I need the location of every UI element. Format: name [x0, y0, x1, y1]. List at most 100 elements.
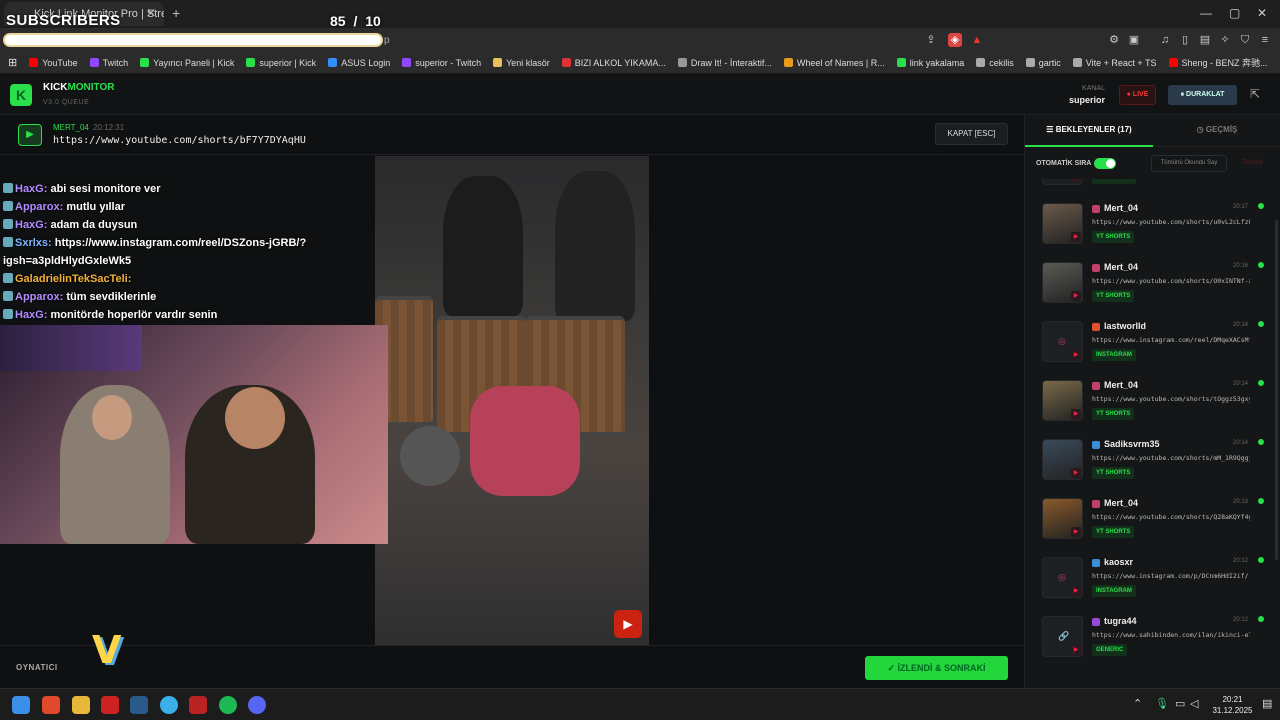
extensions-icon[interactable]: ⚙ [1107, 33, 1121, 47]
taskbar: ⌃ 🎙 ▭ ◁ 20:21 31.12.2025 ▤ [0, 688, 1280, 720]
vpn-icon[interactable]: ⛉ [1238, 33, 1252, 47]
file-explorer-icon[interactable] [72, 696, 90, 714]
app-icon[interactable] [189, 696, 207, 714]
bookmark-item[interactable]: Wheel of Names | R... [783, 58, 885, 68]
online-dot-icon [1258, 557, 1264, 563]
export-icon[interactable]: ⇱ [1250, 87, 1260, 101]
chat-message: igsh=a3pldHlydGxleWk5 [3, 252, 373, 270]
tray-chevron-icon[interactable]: ⌃ [1133, 697, 1142, 710]
chat-badge-icon [3, 309, 13, 319]
atlas-stone [400, 426, 460, 486]
clear-button[interactable]: Temizle [1232, 155, 1274, 172]
queue-item[interactable]: ◎▶https://www.instagram.com/reels/DSUJQJ… [1025, 179, 1271, 194]
bookmark-item[interactable]: YouTube [29, 58, 78, 68]
online-dot-icon [1258, 439, 1264, 445]
minimize-icon[interactable]: — [1200, 6, 1212, 20]
online-dot-icon [1258, 203, 1264, 209]
bookmark-item[interactable]: Sheng - BENZ 奔驰... [1168, 56, 1268, 69]
mark-all-read-button[interactable]: Tümünü Okundu Say [1151, 155, 1227, 172]
apps-grid-icon[interactable]: ⊞ [8, 56, 17, 69]
bookmark-item[interactable]: Twitch [89, 58, 128, 68]
queue-url: https://www.instagram.com/p/DCnm6HdI2if/ [1092, 572, 1249, 580]
queue-item[interactable]: ▶ Mert_04 20:13 https://www.youtube.com/sho… [1025, 489, 1271, 548]
pause-button[interactable]: ⏸ DURAKLAT [1168, 85, 1237, 105]
bookmark-item[interactable]: superior | Kick [246, 58, 316, 68]
version-label: V3.0 QUEUE [43, 99, 90, 106]
brand-name: KICKMONITOR [43, 82, 115, 93]
queue-scrollbar[interactable] [1275, 220, 1278, 560]
bookmark-icon [402, 58, 412, 67]
share-icon[interactable]: ⇪ [924, 33, 938, 47]
app-icon[interactable] [101, 696, 119, 714]
bookmark-item[interactable]: gartic [1025, 58, 1061, 68]
bookmark-item[interactable]: BIZI ALKOL YIKAMA... [561, 58, 666, 68]
brave-icon[interactable] [42, 696, 60, 714]
network-icon[interactable]: ▭ [1175, 697, 1185, 710]
spotify-icon[interactable] [219, 696, 237, 714]
tab-queue[interactable]: ☰ BEKLEYENLER (17) [1025, 115, 1153, 147]
queue-username: Mert_04 [1104, 262, 1139, 272]
screenshot-icon[interactable]: ▣ [1127, 33, 1141, 47]
discord-icon[interactable] [248, 696, 266, 714]
leo-ai-icon[interactable]: ✧ [1218, 33, 1232, 47]
video-frame[interactable]: ▶ [375, 156, 649, 645]
live-button[interactable]: ● LIVE [1119, 85, 1156, 105]
chat-overlay: HaxG: abi sesi monitore ver Apparox: mutl… [3, 180, 373, 324]
brave-shield-icon[interactable]: ◈ [948, 33, 962, 47]
bookmark-item[interactable]: Yayıncı Paneli | Kick [140, 58, 234, 68]
wallet-icon[interactable]: ▤ [1198, 33, 1212, 47]
menu-icon[interactable]: ≡ [1258, 33, 1272, 47]
window-close-icon[interactable]: ✕ [1257, 6, 1267, 20]
maximize-icon[interactable]: ▢ [1229, 6, 1240, 20]
queue-item[interactable]: ▶ Mert_04 20:17 https://www.youtube.com/sho… [1025, 194, 1271, 253]
new-tab-icon[interactable]: + [172, 5, 180, 21]
user-platform-icon [1092, 441, 1100, 449]
queue-url: https://www.youtube.com/shorts/O0xINTNf-… [1092, 277, 1250, 285]
queue-thumbnail: ▶ [1042, 439, 1083, 480]
queue-url: https://www.youtube.com/shorts/u0vL2cLfz… [1092, 218, 1250, 226]
notification-icon[interactable]: ▤ [1262, 697, 1272, 710]
queue-url: https://www.youtube.com/shorts/mM_1R9Qgg… [1092, 454, 1250, 462]
address-bar[interactable] [3, 33, 383, 47]
queue-item[interactable]: ▶ Sadiksvrm35 20:14 https://www.youtube.com… [1025, 430, 1271, 489]
windows-start-icon[interactable] [12, 696, 30, 714]
instagram-icon: ◎ [1058, 572, 1066, 582]
online-dot-icon [1258, 321, 1264, 327]
tab-history[interactable]: ◷ GEÇMİŞ [1153, 115, 1280, 147]
bookmark-label: ASUS Login [341, 57, 391, 68]
bookmark-item[interactable]: Vite + React + TS [1072, 58, 1157, 68]
close-button[interactable]: KAPAT [ESC] [935, 123, 1008, 145]
rewards-icon[interactable]: ▲ [970, 33, 984, 47]
clock-time: 20:21 [1222, 695, 1243, 704]
queue-thumbnail: ▶ [1042, 203, 1083, 244]
bookmark-item[interactable]: cekilis [976, 58, 1014, 68]
bookmark-item[interactable]: link yakalama [896, 58, 964, 68]
bookmark-item[interactable]: Yeni klasör [493, 58, 550, 68]
platform-badge-icon: ▶ [1071, 409, 1081, 419]
steam-icon[interactable] [130, 696, 148, 714]
mic-icon[interactable]: 🎙 [1155, 697, 1169, 710]
queue-item[interactable]: ▶ Mert_04 20:14 https://www.youtube.com/sho… [1025, 371, 1271, 430]
queue-item[interactable]: ◎ ▶ kaosxr 20:12 https://www.instagram.com/p… [1025, 548, 1271, 607]
watched-next-button[interactable]: ✓ İZLENDİ & SONRAKİ [865, 656, 1008, 680]
bookmark-item[interactable]: Draw It! - İnteraktif... [677, 58, 772, 68]
sidebar-icon[interactable]: ▯ [1178, 33, 1192, 47]
bookmarks-bar: ⊞ YouTube Twitch Yayıncı Paneli | Kick supe… [0, 52, 1280, 74]
player-url[interactable]: https://www.youtube.com/shorts/bF7Y7DYAq… [53, 135, 306, 146]
platform-badge-icon: ▶ [1071, 527, 1081, 537]
queue-item[interactable]: ◎ ▶ lastworlld 20:14 https://www.instagram.c… [1025, 312, 1271, 371]
queue-item[interactable]: ▶ Mert_04 20:16 https://www.youtube.com/sho… [1025, 253, 1271, 312]
queue-item[interactable]: 🔗 ▶ tugra44 20:12 https://www.sahibinden.com… [1025, 607, 1271, 666]
clock[interactable]: 20:21 31.12.2025 [1205, 694, 1260, 716]
chat-message: Sxrlxs: https://www.instagram.com/reel/D… [3, 234, 373, 252]
auto-queue-toggle[interactable] [1094, 158, 1116, 169]
queue-time: 20:12 [1233, 617, 1249, 623]
bookmark-item[interactable]: ASUS Login [328, 58, 390, 68]
user-platform-icon [1092, 382, 1100, 390]
instagram-icon: ◎ [1058, 336, 1066, 346]
volume-icon[interactable]: ◁ [1190, 697, 1198, 710]
app-icon[interactable] [160, 696, 178, 714]
bookmark-item[interactable]: superior - Twitch [402, 58, 481, 68]
tab-close-icon[interactable]: ✕ [146, 6, 156, 20]
media-icon[interactable]: ♫ [1158, 33, 1172, 47]
